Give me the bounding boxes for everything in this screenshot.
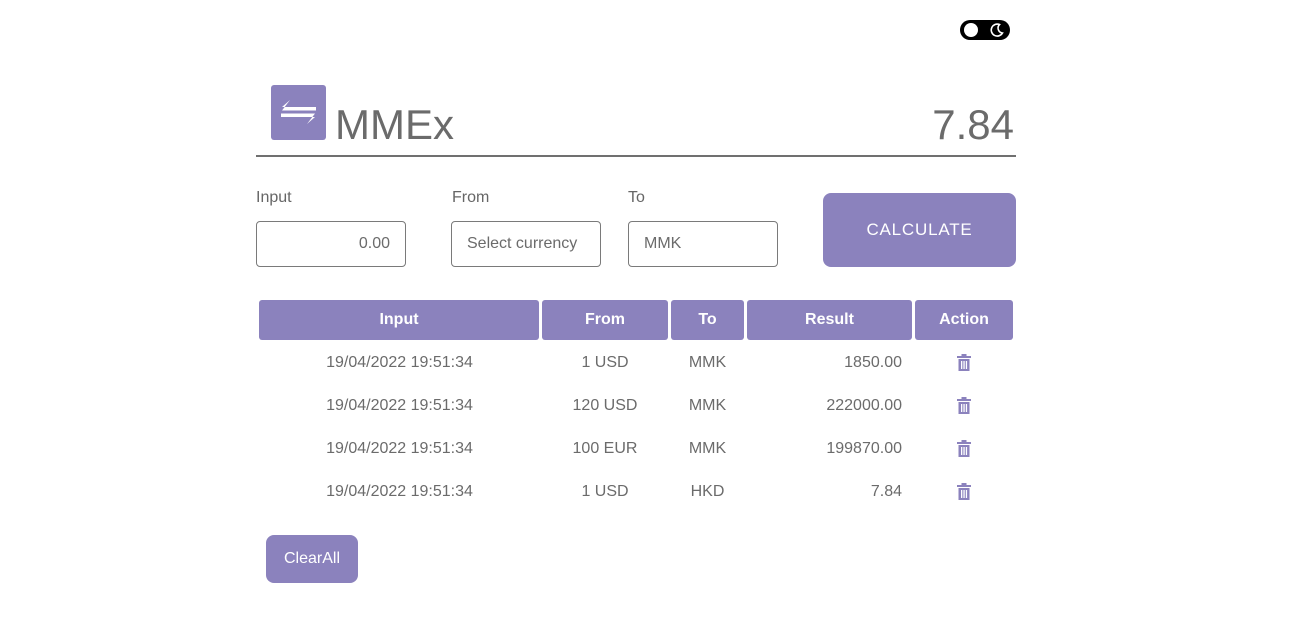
row-from-cell: 120 USD — [572, 397, 638, 414]
amount-input[interactable]: 0.00 — [256, 221, 406, 267]
row-to-cell: MMK — [688, 397, 727, 414]
exchange-logo — [271, 85, 326, 140]
trash-icon[interactable] — [957, 397, 971, 414]
to-currency-field[interactable]: MMK — [628, 221, 778, 267]
conversion-result: 7.84 — [932, 101, 1014, 148]
row-to-cell: MMK — [688, 440, 727, 457]
row-result-cell: 222000.00 — [826, 397, 902, 414]
row-result-cell: 1850.00 — [844, 354, 902, 371]
from-label: From — [452, 189, 490, 206]
column-header-to: To — [671, 300, 744, 340]
table-row: 19/04/2022 19:51:34 1 USD MMK 1850.00 — [259, 341, 1013, 384]
toggle-knob — [964, 23, 978, 37]
row-to-cell: MMK — [688, 354, 727, 371]
clear-all-button[interactable]: ClearAll — [266, 535, 358, 583]
column-header-result: Result — [747, 300, 912, 340]
trash-icon[interactable] — [957, 483, 971, 500]
row-result-cell: 7.84 — [870, 483, 902, 500]
converter-page: MMEx 7.84 Input 0.00 From Select currenc… — [0, 0, 1305, 621]
from-currency-select[interactable]: Select currency — [451, 221, 601, 267]
row-action-cell — [915, 470, 1013, 513]
trash-icon[interactable] — [957, 440, 971, 457]
row-input-cell: 19/04/2022 19:51:34 — [326, 354, 473, 371]
column-header-input: Input — [259, 300, 539, 340]
column-header-action: Action — [915, 300, 1013, 340]
table-row: 19/04/2022 19:51:34 120 USD MMK 222000.0… — [259, 384, 1013, 427]
calculate-button[interactable]: CALCULATE — [823, 193, 1016, 267]
row-input-cell: 19/04/2022 19:51:34 — [326, 440, 473, 457]
row-result-cell: 199870.00 — [826, 440, 902, 457]
column-header-from: From — [542, 300, 668, 340]
row-from-cell: 1 USD — [581, 354, 629, 371]
row-action-cell — [915, 384, 1013, 427]
app-header: MMEx 7.84 — [256, 85, 1016, 157]
row-input-cell: 19/04/2022 19:51:34 — [326, 397, 473, 414]
row-input-cell: 19/04/2022 19:51:34 — [326, 483, 473, 500]
row-from-cell: 100 EUR — [572, 440, 638, 457]
row-action-cell — [915, 341, 1013, 384]
table-row: 19/04/2022 19:51:34 100 EUR MMK 199870.0… — [259, 427, 1013, 470]
row-action-cell — [915, 427, 1013, 470]
row-to-cell: HKD — [690, 483, 725, 500]
exchange-arrows-icon — [281, 100, 316, 124]
table-row: 19/04/2022 19:51:34 1 USD HKD 7.84 — [259, 470, 1013, 513]
to-label: To — [628, 189, 645, 206]
row-from-cell: 1 USD — [581, 483, 629, 500]
moon-icon — [990, 23, 1004, 37]
theme-toggle[interactable] — [960, 20, 1010, 40]
input-label: Input — [256, 189, 292, 206]
trash-icon[interactable] — [957, 354, 971, 371]
app-title: MMEx — [335, 101, 454, 148]
